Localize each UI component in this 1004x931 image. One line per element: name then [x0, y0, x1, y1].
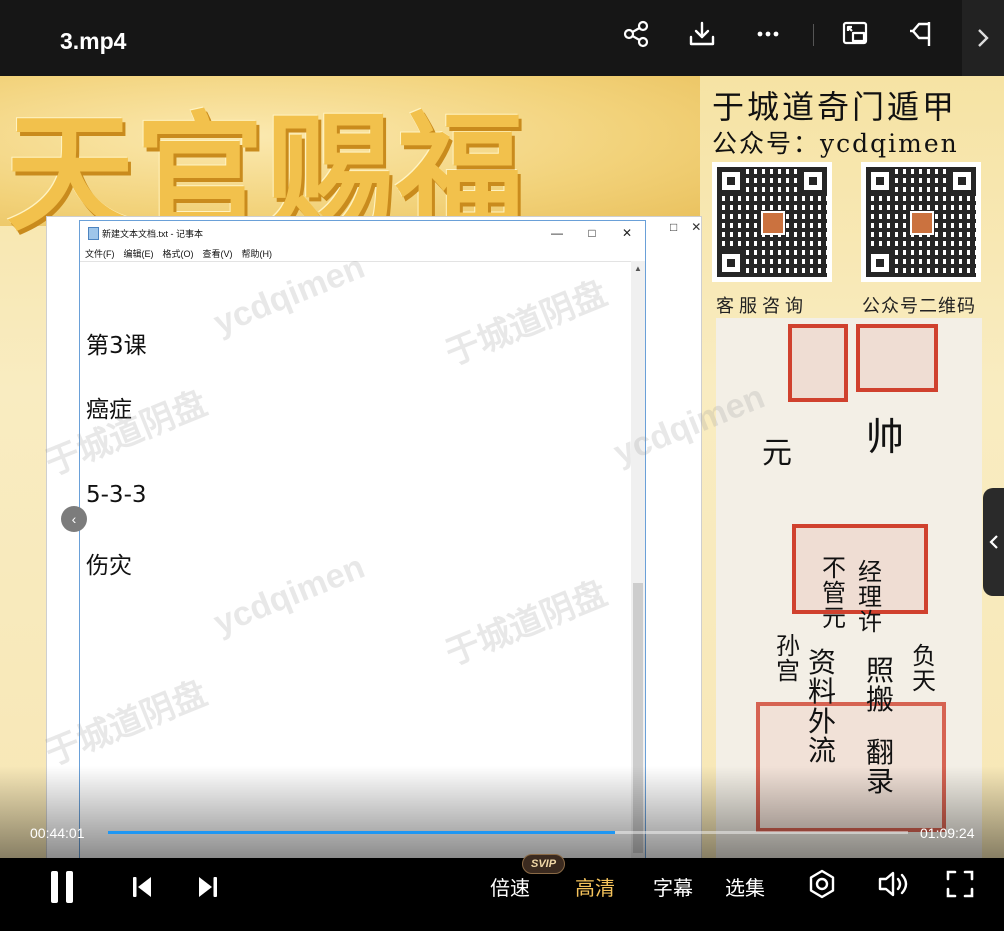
progress-bar[interactable] [108, 831, 908, 834]
next-icon[interactable] [194, 874, 222, 900]
share-icon[interactable] [616, 14, 656, 54]
maximize-icon[interactable]: □ [577, 223, 607, 243]
qr-code-official-account [861, 162, 981, 282]
svip-badge: SVIP [522, 854, 566, 874]
side-panel-handle[interactable] [983, 488, 1004, 596]
notepad-file-icon [88, 227, 99, 240]
current-time: 00:44:01 [30, 825, 85, 841]
text-line: 癌症 [86, 397, 132, 423]
text-line: 第3课 [86, 333, 147, 359]
qr-logo-icon [910, 211, 934, 235]
total-time: 01:09:24 [920, 825, 975, 841]
controls-gradient [0, 766, 1004, 858]
fullscreen-icon[interactable] [944, 868, 976, 900]
speed-button[interactable]: 倍速 [490, 872, 530, 901]
brand-title: 于城道奇门遁甲 [712, 88, 958, 126]
video-frame[interactable]: 天官赐福 于城道奇门遁甲 公众号：ycdqimen 客服咨询 公众号二维码 元 … [0, 76, 1004, 858]
more-icon[interactable] [748, 14, 788, 54]
menu-edit[interactable]: 编辑(E) [124, 247, 154, 260]
next-panel-chevron-icon[interactable] [962, 0, 1004, 76]
brand-subtitle: 公众号：ycdqimen [712, 129, 959, 158]
background-window-controls: □ ✕ [670, 220, 702, 234]
qr-caption-service: 客服咨询 [716, 296, 808, 317]
subtitle-button[interactable]: 字幕 [653, 872, 693, 901]
menu-format[interactable]: 格式(O) [163, 247, 194, 260]
download-icon[interactable] [682, 14, 722, 54]
top-bar: 3.mp4 [0, 0, 1004, 76]
scroll-up-icon[interactable]: ▲ [634, 264, 642, 273]
red-seal [856, 324, 938, 392]
quality-button[interactable]: 高清 [575, 872, 615, 901]
bottom-controls: 倍速 高清 SVIP 字幕 选集 [0, 854, 1004, 931]
text-line: 伤灾 [86, 553, 132, 579]
handwriting: 资料外流 [808, 646, 837, 768]
handwriting: 负天 [912, 642, 936, 696]
toolbar-divider [813, 24, 814, 46]
pause-icon[interactable] [44, 870, 80, 904]
handwriting: 元 [762, 436, 792, 471]
handwriting: 照搬 [866, 654, 895, 717]
notepad-window[interactable]: 新建文本文档.txt - 记事本 — □ ✕ 文件(F) 编辑(E) 格式(O)… [79, 220, 646, 858]
minimize-icon[interactable]: — [542, 223, 572, 243]
handwriting: 帅 [866, 415, 905, 459]
notepad-menubar: 文件(F) 编辑(E) 格式(O) 查看(V) 帮助(H) [80, 245, 645, 261]
menu-view[interactable]: 查看(V) [203, 247, 233, 260]
handwriting: 不管元 [822, 554, 846, 633]
handwriting: 经理许 [858, 558, 882, 637]
progress-fill [108, 831, 616, 834]
settings-icon[interactable] [806, 868, 838, 900]
qr-logo-icon [761, 211, 785, 235]
float-window-icon[interactable] [902, 14, 942, 54]
qr-caption-official: 公众号二维码 [862, 296, 976, 317]
chevron-left-icon[interactable]: ‹ [61, 506, 87, 532]
handwriting: 孙宫 [776, 632, 800, 686]
volume-icon[interactable] [876, 868, 910, 900]
close-icon[interactable]: ✕ [612, 223, 642, 243]
red-seal [788, 324, 848, 402]
notepad-title: 新建文本文档.txt - 记事本 [102, 229, 204, 239]
video-title: 3.mp4 [60, 28, 127, 54]
episodes-button[interactable]: 选集 [725, 872, 765, 901]
menu-help[interactable]: 帮助(H) [242, 247, 273, 260]
previous-icon[interactable] [128, 874, 156, 900]
qr-code-service [712, 162, 832, 282]
notepad-titlebar[interactable]: 新建文本文档.txt - 记事本 — □ ✕ [80, 221, 645, 245]
menu-file[interactable]: 文件(F) [85, 247, 115, 260]
pip-icon[interactable] [835, 14, 875, 54]
text-line: 5-3-3 [86, 482, 147, 508]
